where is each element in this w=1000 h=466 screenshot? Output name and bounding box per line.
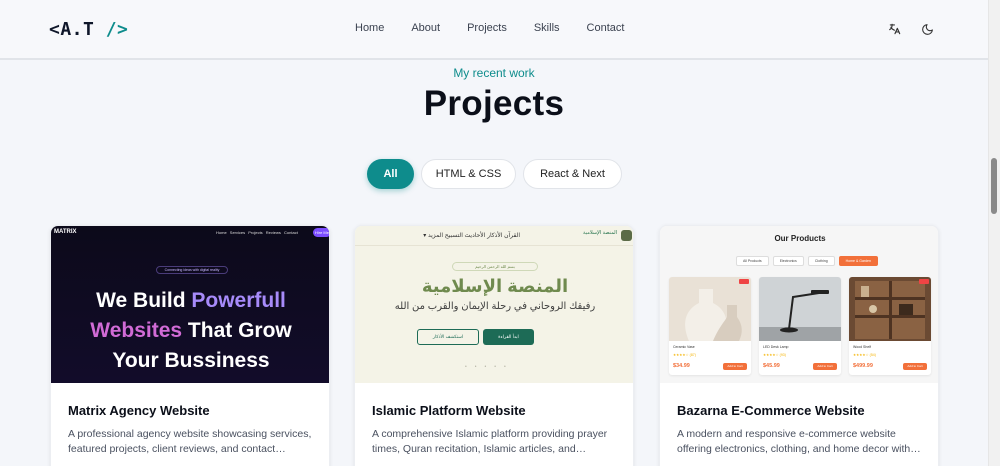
sale-badge <box>919 279 929 284</box>
product-rating: ★★★★☆ (87) <box>673 353 696 357</box>
product-rating: ★★★★☆ (54) <box>853 353 876 357</box>
scrollbar-thumb[interactable] <box>991 158 997 214</box>
preview-navbar: MATRIX Home Services Projects Reviews Co… <box>51 226 329 240</box>
logo-initials: A.T <box>60 19 95 40</box>
preview-logo-icon <box>621 230 632 241</box>
preview-dots: ••••• <box>465 364 514 370</box>
preview-heading: Our Products <box>774 234 826 243</box>
project-card[interactable]: المنصة الإسلامية القرآن الأذكار الأحاديث… <box>354 225 634 466</box>
vase-image <box>669 277 751 341</box>
logo-bracket-close: /> <box>94 19 129 40</box>
project-title: Islamic Platform Website <box>372 403 526 418</box>
preview-navbar: المنصة الإسلامية القرآن الأذكار الأحاديث… <box>355 226 633 246</box>
preview-links: Home Services Projects Reviews Contact <box>216 230 298 235</box>
preview-heading: المنصة الإسلامية <box>421 276 569 296</box>
add-to-cart: Add to Cart <box>723 363 747 370</box>
sale-badge <box>739 279 749 284</box>
project-description: A modern and responsive e-commerce websi… <box>677 428 921 455</box>
project-title: Matrix Agency Website <box>68 403 210 418</box>
main-nav: Home About Projects Skills Contact <box>355 22 651 34</box>
preview-secondary-button: استكشف الأذكار <box>417 329 479 345</box>
nav-projects[interactable]: Projects <box>467 22 507 34</box>
preview-filter: Clothing <box>807 256 835 266</box>
product-price: $45.99 <box>763 363 780 369</box>
translate-icon[interactable] <box>887 21 903 37</box>
moon-icon[interactable] <box>919 21 935 37</box>
nav-about[interactable]: About <box>411 22 440 34</box>
page-scrollbar[interactable] <box>988 0 1000 466</box>
project-description: A comprehensive Islamic platform providi… <box>372 428 608 455</box>
add-to-cart: Add to Cart <box>903 363 927 370</box>
product-name: LED Desk Lamp <box>763 345 789 349</box>
shelf-image <box>849 277 931 341</box>
nav-skills[interactable]: Skills <box>534 22 560 34</box>
section-title: Projects <box>423 84 565 123</box>
project-filters: All HTML & CSS React & Next <box>367 159 622 189</box>
preview-links: القرآن الأذكار الأحاديث التسبيح المزيد ▾ <box>423 233 520 239</box>
product-price: $499.99 <box>853 363 873 369</box>
preview-product: Wood Shelf ★★★★☆ (54) $499.99 Add to Car… <box>849 277 931 375</box>
section-subtitle: My recent work <box>453 66 535 80</box>
lamp-image <box>759 277 841 341</box>
project-description: A professional agency website showcasing… <box>68 428 312 455</box>
product-name: Wood Shelf <box>853 345 872 349</box>
preview-heading: We Build Powerfull Websites That Grow Yo… <box>90 289 292 372</box>
site-logo[interactable]: <A.T /> <box>49 19 128 40</box>
preview-brand: المنصة الإسلامية <box>583 230 617 236</box>
preview-filter: Electronics <box>772 256 804 266</box>
preview-product: LED Desk Lamp ★★★★☆ (93) $45.99 Add to C… <box>759 277 841 375</box>
preview-filter: All Products <box>736 256 769 266</box>
preview-pill: Connecting ideas with digital reality <box>156 266 228 274</box>
preview-pill: بسم الله الرحمن الرحيم <box>452 262 538 271</box>
product-rating: ★★★★☆ (93) <box>763 353 786 357</box>
preview-brand: MATRIX <box>54 229 77 235</box>
filter-all[interactable]: All <box>367 159 414 189</box>
preview-filters: All Products Electronics Clothing Home &… <box>736 256 878 266</box>
project-card[interactable]: Our Products All Products Electronics Cl… <box>659 225 939 466</box>
product-price: $34.99 <box>673 363 690 369</box>
project-card[interactable]: MATRIX Home Services Projects Reviews Co… <box>50 225 330 466</box>
project-thumbnail: MATRIX Home Services Projects Reviews Co… <box>51 226 329 383</box>
preview-subheading: رفيقك الروحاني في رحلة الإيمان والقرب من… <box>394 301 596 312</box>
preview-product: Ceramic Vase ★★★★☆ (87) $34.99 Add to Ca… <box>669 277 751 375</box>
nav-contact[interactable]: Contact <box>587 22 625 34</box>
logo-bracket-open: < <box>49 19 61 40</box>
nav-home[interactable]: Home <box>355 22 384 34</box>
product-name: Ceramic Vase <box>673 345 695 349</box>
filter-react-next[interactable]: React & Next <box>523 159 622 189</box>
project-title: Bazarna E-Commerce Website <box>677 403 865 418</box>
add-to-cart: Add to Cart <box>813 363 837 370</box>
preview-filter-active: Home & Garden <box>838 256 878 266</box>
project-thumbnail: المنصة الإسلامية القرآن الأذكار الأحاديث… <box>355 226 633 383</box>
preview-cta: Hire Me <box>313 228 329 237</box>
site-header: <A.T /> Home About Projects Skills Conta… <box>0 0 1000 60</box>
project-thumbnail: Our Products All Products Electronics Cl… <box>660 226 938 383</box>
filter-html-css[interactable]: HTML & CSS <box>421 159 516 189</box>
preview-primary-button: ابدأ القراءة <box>483 329 534 345</box>
